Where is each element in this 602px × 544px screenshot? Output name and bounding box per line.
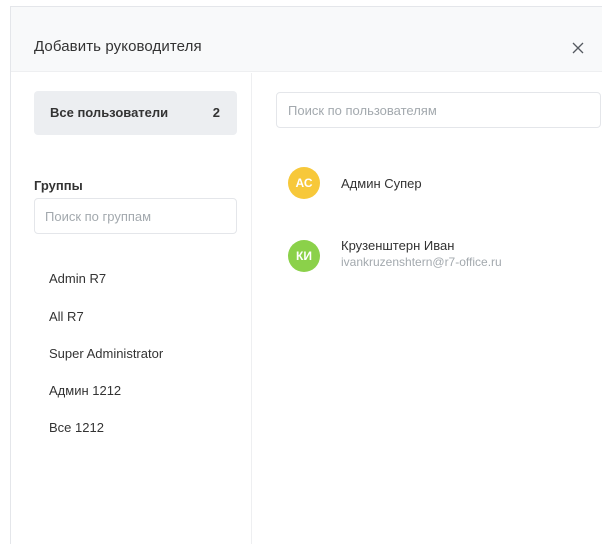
user-name: Крузенштерн Иван [341,238,455,253]
group-item-all-1212[interactable]: Все 1212 [49,420,104,435]
user-name: Админ Супер [341,176,422,191]
dialog-title: Добавить руководителя [34,38,202,55]
close-icon [572,42,584,54]
group-item-super-administrator[interactable]: Super Administrator [49,346,163,361]
group-item-admin-r7[interactable]: Admin R7 [49,271,106,286]
add-manager-dialog: Добавить руководителя Все пользователи 2… [10,6,602,544]
avatar: КИ [288,240,320,272]
user-search-input[interactable] [276,92,601,128]
group-item-all-r7[interactable]: All R7 [49,309,84,324]
all-users-item[interactable]: Все пользователи 2 [34,91,237,135]
close-button[interactable] [567,37,589,59]
dialog-header: Добавить руководителя [11,7,602,72]
groups-heading: Группы [34,178,83,193]
avatar: АС [288,167,320,199]
group-item-admin-1212[interactable]: Админ 1212 [49,383,121,398]
users-panel: АС Админ Супер КИ Крузенштерн Иван ivank… [253,73,602,544]
all-users-label: Все пользователи [50,105,169,120]
group-search-input[interactable] [34,198,237,234]
all-users-count: 2 [212,105,220,120]
user-email: ivankruzenshtern@r7-office.ru [341,255,502,269]
groups-panel: Все пользователи 2 Группы Admin R7 All R… [11,73,252,544]
